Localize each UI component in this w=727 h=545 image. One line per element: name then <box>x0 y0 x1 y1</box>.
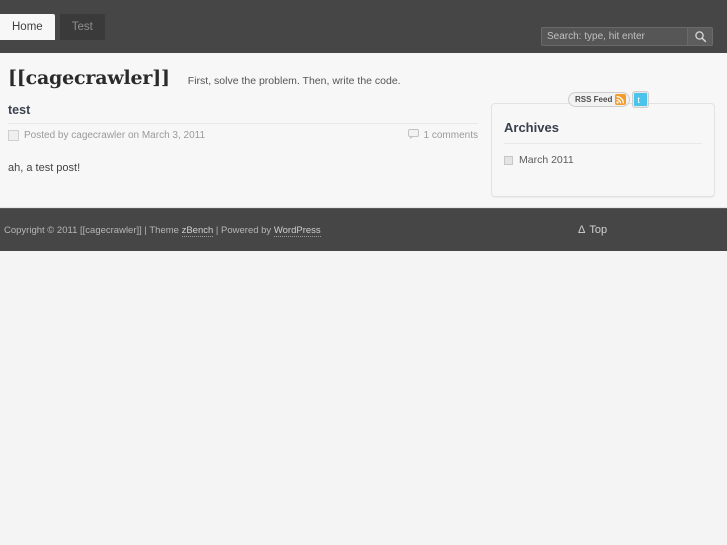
footer-powered-prefix: Powered by <box>221 224 274 236</box>
sidebar: RSS Feed t Archives March 2011 <box>483 92 715 197</box>
footer-copyright: Copyright © 2011 [[cagecrawler]] <box>4 224 142 236</box>
site-header: Home Test <box>0 0 727 53</box>
back-to-top-label: Top <box>589 224 608 236</box>
page-body: [[cagecrawler]] First, solve the problem… <box>0 53 727 208</box>
social-links: RSS Feed t <box>568 92 649 107</box>
triangle-up-icon: Δ <box>578 224 586 236</box>
post-meta: Posted by cagecrawler on March 3, 2011 1… <box>8 123 478 142</box>
rss-feed-label: RSS Feed <box>575 95 613 104</box>
site-footer: Copyright © 2011 [[cagecrawler]] | Theme… <box>0 208 727 251</box>
search-input[interactable] <box>542 28 687 45</box>
twitter-icon[interactable]: t <box>633 92 649 107</box>
comment-bubble-icon <box>407 129 419 142</box>
svg-text:t: t <box>638 95 641 106</box>
archives-widget-title: Archives <box>504 120 702 144</box>
post-comments-link[interactable]: 1 comments <box>407 129 478 142</box>
site-title[interactable]: [[cagecrawler]] <box>8 67 170 89</box>
search-submit-button[interactable] <box>687 28 712 45</box>
site-branding: [[cagecrawler]] First, solve the problem… <box>0 53 727 89</box>
footer-separator-2: | <box>213 224 222 236</box>
rss-icon <box>615 94 627 105</box>
rss-feed-button[interactable]: RSS Feed <box>568 92 631 107</box>
main-content: test Posted by cagecrawler on March 3, 2… <box>0 103 483 197</box>
footer-theme-link[interactable]: zBench <box>181 224 214 237</box>
search-icon <box>694 30 707 43</box>
main-navigation: Home Test <box>0 14 105 40</box>
nav-item-test-label: Test <box>71 21 93 33</box>
search-form <box>541 27 713 46</box>
archives-widget: Archives March 2011 <box>491 103 715 197</box>
footer-powered-link[interactable]: WordPress <box>273 224 321 237</box>
square-bullet-icon <box>504 155 513 165</box>
post-body: ah, a test post! <box>8 162 81 174</box>
site-description: First, solve the problem. Then, write th… <box>187 75 401 87</box>
post-meta-author-date: Posted by cagecrawler on March 3, 2011 <box>8 130 205 141</box>
archives-list-item[interactable]: March 2011 <box>504 152 702 168</box>
post-meta-text: Posted by cagecrawler on March 3, 2011 <box>24 130 206 141</box>
content-columns: test Posted by cagecrawler on March 3, 2… <box>0 89 727 197</box>
nav-item-home-label: Home <box>12 21 43 33</box>
calendar-icon <box>8 130 19 141</box>
post-title[interactable]: test <box>8 103 483 117</box>
nav-item-test[interactable]: Test <box>59 14 105 40</box>
nav-item-home[interactable]: Home <box>0 14 55 40</box>
archives-list: March 2011 <box>504 152 702 168</box>
back-to-top-link[interactable]: Δ Top <box>578 209 607 251</box>
archives-list-item-label: March 2011 <box>519 154 574 166</box>
post-comments-count: 1 comments <box>423 130 478 141</box>
footer-credits: Copyright © 2011 [[cagecrawler]] | Theme… <box>0 224 321 237</box>
footer-theme-prefix: Theme <box>149 224 182 236</box>
